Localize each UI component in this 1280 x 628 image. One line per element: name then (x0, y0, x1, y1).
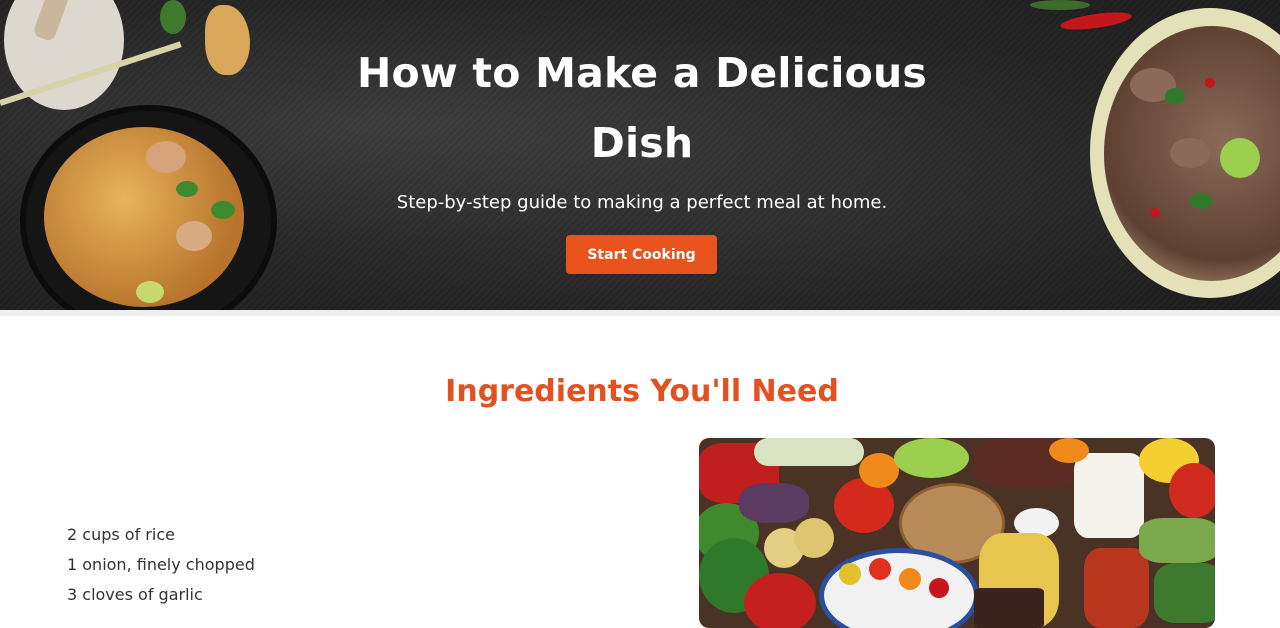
ingredients-list: 2 cups of rice 1 onion, finely chopped 3… (67, 520, 255, 610)
hero-title: How to Make a Delicious Dish (357, 49, 927, 167)
herb-sprig-image (1030, 0, 1090, 10)
list-item: 2 cups of rice (67, 525, 175, 544)
list-item: 3 cloves of garlic (67, 585, 203, 604)
chili-pepper-image (1059, 9, 1133, 33)
herb-leaf-image (160, 0, 186, 34)
ingredients-photo (699, 438, 1215, 628)
start-cooking-button[interactable]: Start Cooking (566, 235, 717, 274)
section-divider (0, 310, 1280, 316)
noodle-bowl-image (20, 105, 277, 310)
hero-banner: How to Make a Delicious Dish Step-by-ste… (0, 0, 1280, 310)
hero-subtitle: Step-by-step guide to making a perfect m… (396, 192, 888, 213)
list-item: 1 onion, finely chopped (67, 555, 255, 574)
ingredients-title: Ingredients You'll Need (445, 374, 839, 409)
ginger-image (205, 5, 250, 75)
soup-bowl-image (1090, 8, 1280, 298)
